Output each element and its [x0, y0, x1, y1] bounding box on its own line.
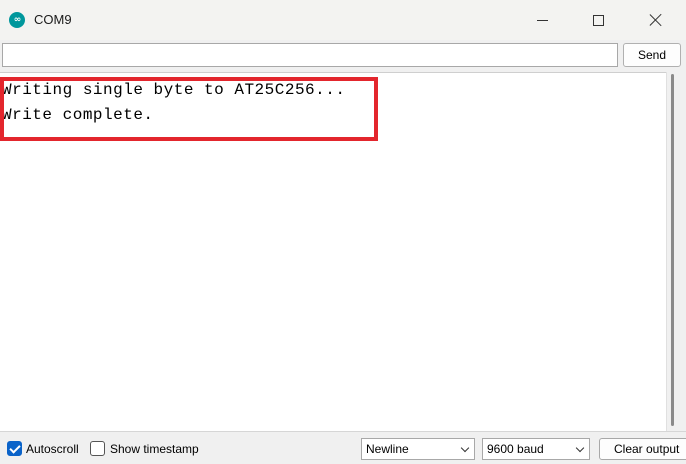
- send-input[interactable]: [2, 43, 618, 67]
- baud-rate-select[interactable]: 9600 baud: [482, 438, 590, 460]
- autoscroll-label[interactable]: Autoscroll: [26, 442, 79, 456]
- clear-output-button[interactable]: Clear output: [599, 438, 686, 460]
- chevron-down-icon: [575, 443, 585, 453]
- show-timestamp-label[interactable]: Show timestamp: [110, 442, 199, 456]
- minimize-button[interactable]: [513, 0, 571, 40]
- window-title: COM9: [34, 12, 72, 27]
- line-ending-value: Newline: [366, 442, 409, 456]
- show-timestamp-checkbox[interactable]: [90, 441, 105, 456]
- minimize-icon: [536, 19, 548, 21]
- vertical-scrollbar[interactable]: [666, 72, 686, 431]
- maximize-button[interactable]: [569, 0, 627, 40]
- chevron-down-icon: [460, 443, 470, 453]
- serial-output[interactable]: Writing single byte to AT25C256... Write…: [0, 72, 666, 431]
- baud-rate-value: 9600 baud: [487, 442, 544, 456]
- highlight-box: [0, 77, 378, 141]
- autoscroll-checkbox[interactable]: [7, 441, 22, 456]
- send-button[interactable]: Send: [623, 43, 681, 67]
- title-bar: ∞ COM9: [0, 0, 686, 40]
- bottom-bar: Autoscroll Show timestamp Newline 9600 b…: [0, 431, 686, 464]
- maximize-icon: [592, 14, 604, 26]
- close-icon: [649, 13, 663, 27]
- arduino-icon: ∞: [9, 12, 25, 28]
- send-bar: Send: [0, 40, 686, 72]
- scrollbar-thumb[interactable]: [671, 74, 674, 426]
- close-button[interactable]: [627, 0, 685, 40]
- line-ending-select[interactable]: Newline: [361, 438, 475, 460]
